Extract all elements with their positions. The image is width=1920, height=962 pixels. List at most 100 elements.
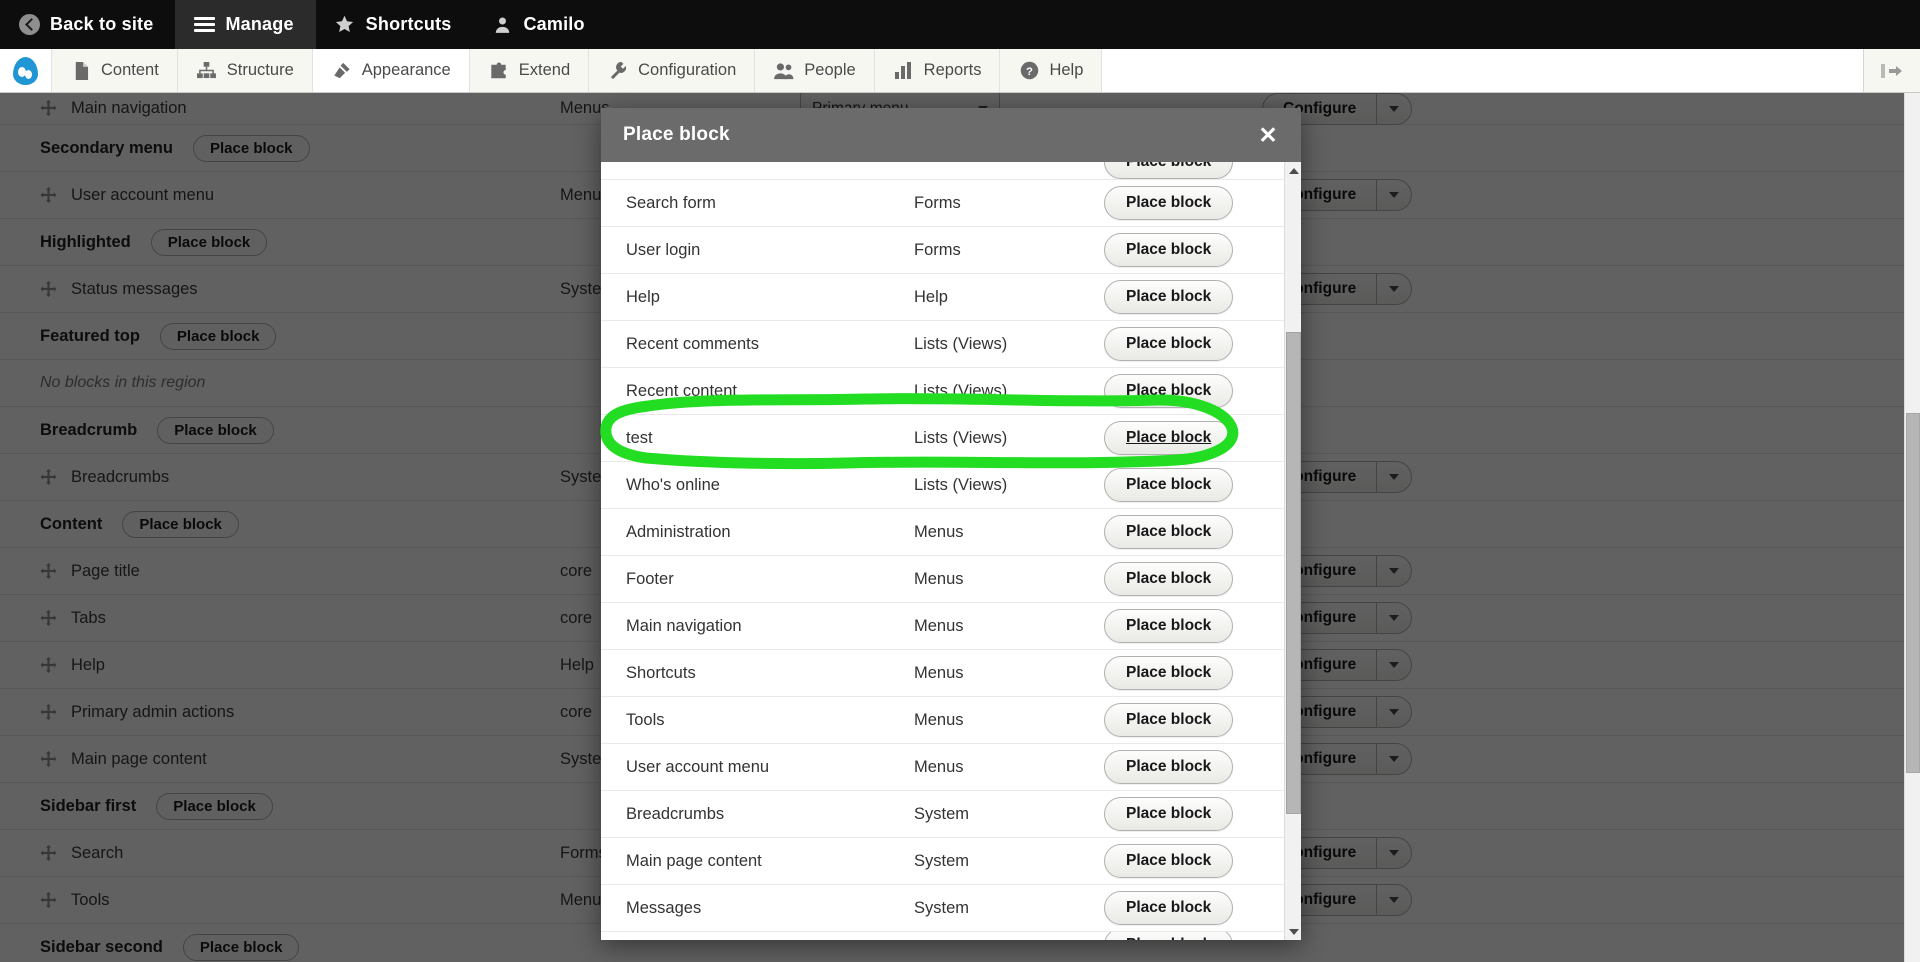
admin-menu-item-label: Content [101, 61, 159, 79]
admin-menu-item-label: Configuration [638, 61, 737, 79]
block-name: Messages [626, 898, 702, 917]
page-scrollbar[interactable] [1904, 93, 1920, 962]
block-category: Menus [914, 757, 964, 776]
list-item[interactable]: Search form Forms Place block [601, 180, 1284, 227]
sitemap-icon [196, 60, 218, 82]
block-name: User login [626, 240, 701, 259]
place-block-button[interactable]: Place block [1104, 891, 1234, 925]
place-block-button[interactable]: Place block [1104, 374, 1234, 408]
block-category: System [914, 851, 970, 870]
vertical-orientation-toggle-icon[interactable] [1864, 49, 1920, 92]
list-item[interactable]: Main page content System Place block [601, 838, 1284, 885]
place-block-button[interactable]: Place block [1104, 233, 1234, 267]
dialog-scrollbar-thumb[interactable] [1286, 332, 1301, 814]
block-name: User account menu [626, 757, 770, 776]
block-list: Place block Search form Forms Place bloc… [601, 162, 1284, 940]
page-scrollbar-thumb[interactable] [1906, 413, 1920, 773]
admin-menu-item-people[interactable]: People [755, 49, 875, 92]
admin-menu-item-extend[interactable]: Extend [469, 49, 590, 92]
list-item[interactable]: Tools Menus Place block [601, 697, 1284, 744]
block-category: Lists (Views) [914, 334, 1008, 353]
admin-menu-item-content[interactable]: Content [52, 49, 178, 92]
list-item[interactable]: Who's online Lists (Views) Place block [601, 462, 1284, 509]
block-category: Menus [914, 616, 964, 635]
block-category: Forms [914, 240, 961, 259]
close-icon[interactable]: ✕ [1253, 120, 1283, 150]
wrench-icon [607, 60, 629, 82]
place-block-button[interactable]: Place block [1104, 468, 1234, 502]
place-block-button[interactable]: Place block [1104, 162, 1234, 179]
place-block-button[interactable]: Place block [1104, 562, 1234, 596]
admin-menu-item-label: Appearance [361, 61, 451, 79]
block-name: Recent content [626, 381, 737, 400]
place-block-button[interactable]: Place block [1104, 186, 1234, 220]
place-block-button[interactable]: Place block [1104, 797, 1234, 831]
block-category: System [914, 898, 970, 917]
bar-chart-icon [893, 60, 915, 82]
place-block-button[interactable]: Place block [1104, 656, 1234, 690]
hamburger-icon [193, 14, 215, 36]
admin-menu-item-label: Reports [923, 61, 982, 79]
list-item[interactable]: Messages System Place block [601, 885, 1284, 932]
admin-menu-item-appearance[interactable]: Appearance [312, 49, 470, 92]
place-block-button[interactable]: Place block [1104, 515, 1234, 549]
block-category: Menus [914, 663, 964, 682]
list-item[interactable]: Breadcrumbs System Place block [601, 791, 1284, 838]
dialog-title: Place block [623, 124, 730, 145]
block-category: Forms [914, 193, 961, 212]
list-item[interactable]: Recent content Lists (Views) Place block [601, 368, 1284, 415]
block-category: Menus [914, 710, 964, 729]
block-name: Footer [626, 569, 674, 588]
list-item[interactable]: User login Forms Place block [601, 227, 1284, 274]
list-item[interactable]: Main navigation Menus Place block [601, 603, 1284, 650]
admin-menu-bar: Content Structure Appearance Extend Conf [0, 49, 1920, 93]
place-block-button[interactable]: Place block [1104, 844, 1234, 878]
screen: Back to site Manage Shortcuts Camilo Con… [0, 0, 1920, 962]
block-name: Search form [626, 193, 716, 212]
list-item[interactable]: Footer Menus Place block [601, 556, 1284, 603]
toolbar-tab-back-to-site[interactable]: Back to site [0, 0, 175, 49]
block-name: Tools [626, 710, 665, 729]
list-item[interactable]: Shortcuts Menus Place block [601, 650, 1284, 697]
back-arrow-icon [18, 14, 40, 36]
toolbar-tab-label: Shortcuts [365, 14, 452, 34]
place-block-button[interactable]: Place block [1104, 932, 1234, 940]
block-name: Who's online [626, 475, 720, 494]
dialog-scrollbar[interactable] [1284, 162, 1301, 940]
toolbar-tab-manage[interactable]: Manage [175, 0, 316, 49]
place-block-button[interactable]: Place block [1104, 327, 1234, 361]
list-item-partial-bottom: Place block [601, 932, 1284, 940]
place-block-button[interactable]: Place block [1104, 703, 1234, 737]
list-item-partial-top: Place block [601, 162, 1284, 180]
admin-menu-item-reports[interactable]: Reports [874, 49, 1001, 92]
block-category: Menus [914, 569, 964, 588]
place-block-button[interactable]: Place block [1104, 421, 1234, 455]
list-item-test[interactable]: test Lists (Views) Place block [601, 415, 1284, 462]
toolbar-tab-shortcuts[interactable]: Shortcuts [316, 0, 474, 49]
admin-menu-item-structure[interactable]: Structure [177, 49, 313, 92]
list-item[interactable]: User account menu Menus Place block [601, 744, 1284, 791]
place-block-button[interactable]: Place block [1104, 609, 1234, 643]
place-block-button[interactable]: Place block [1104, 280, 1234, 314]
block-category: Lists (Views) [914, 428, 1008, 447]
toolbar-tab-label: Camilo [523, 14, 585, 34]
list-item[interactable]: Help Help Place block [601, 274, 1284, 321]
block-name: Administration [626, 522, 731, 541]
paintbrush-icon [331, 60, 353, 82]
block-name: Shortcuts [626, 663, 696, 682]
user-icon [491, 14, 513, 36]
puzzle-icon [488, 60, 510, 82]
list-item[interactable]: Administration Menus Place block [601, 509, 1284, 556]
list-item[interactable]: Recent comments Lists (Views) Place bloc… [601, 321, 1284, 368]
block-name: Help [626, 287, 660, 306]
admin-menu-item-configuration[interactable]: Configuration [589, 49, 756, 92]
drupal-drop-icon[interactable] [0, 49, 52, 92]
scroll-down-arrow-icon[interactable] [1285, 923, 1301, 940]
block-name: Main navigation [626, 616, 742, 635]
admin-menu-item-help[interactable]: ? Help [1000, 49, 1103, 92]
block-name: Main page content [626, 851, 762, 870]
place-block-button[interactable]: Place block [1104, 750, 1234, 784]
toolbar-tab-user[interactable]: Camilo [473, 0, 606, 49]
scroll-up-arrow-icon[interactable] [1285, 162, 1301, 179]
block-category: Menus [914, 522, 964, 541]
